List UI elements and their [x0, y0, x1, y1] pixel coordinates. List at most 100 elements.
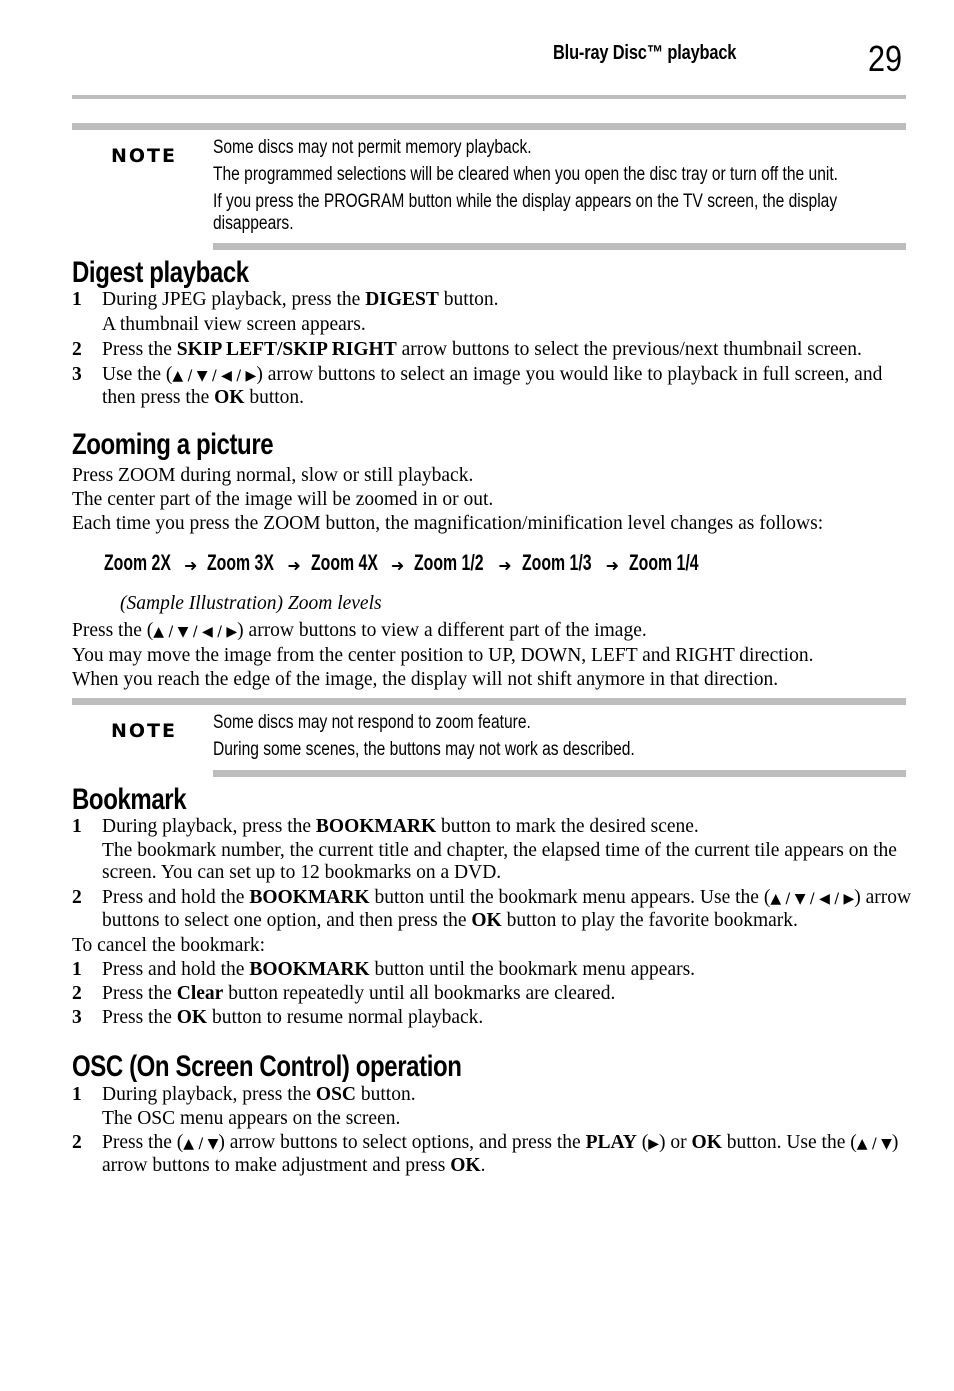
step-item: 1 Press and hold the BOOKMARK button unt…: [72, 959, 912, 981]
note-line: During some scenes, the buttons may not …: [213, 739, 635, 760]
step-text: Use the (: [102, 364, 173, 385]
note-text: Some discs may not permit memory playbac…: [213, 137, 838, 240]
zoom-level-item: Zoom 1/2: [414, 548, 498, 588]
step-text: ) or: [659, 1132, 692, 1153]
step-number: 2: [72, 887, 82, 908]
zoom-level-label: Zoom 1/4: [629, 550, 699, 575]
step-item: 1 During playback, press the OSC button.…: [72, 1084, 912, 1130]
step-text: During playback, press the: [102, 816, 316, 837]
cancel-intro: To cancel the bookmark:: [72, 935, 266, 956]
step-text: Press and hold the: [102, 887, 250, 908]
right-arrow-icon: ➜: [498, 558, 512, 575]
step-text: Press the: [102, 983, 177, 1004]
skip-button-name: SKIP LEFT/SKIP RIGHT: [176, 339, 397, 360]
arrow-buttons-icon: ▲ / ▼ / ◀ / ▶: [770, 891, 855, 907]
bookmark-button-name: BOOKMARK: [249, 959, 370, 980]
ok-button-name: OK: [691, 1132, 722, 1153]
zoom-level-label: Zoom 3X: [207, 550, 275, 575]
step-text: Press and hold the: [102, 959, 250, 980]
step-number: 1: [72, 816, 82, 837]
step-text: .: [480, 1155, 486, 1176]
bookmark-button-name: BOOKMARK: [249, 887, 370, 908]
paragraph-line: Press ZOOM during normal, slow or still …: [72, 465, 474, 486]
digest-button-name: DIGEST: [365, 289, 439, 310]
paragraph-line: The center part of the image will be zoo…: [72, 489, 494, 510]
step-item: 2 Press the (▲ / ▼) arrow buttons to sel…: [72, 1132, 912, 1177]
step-number: 1: [72, 959, 82, 980]
zoom-level-item: Zoom 1/4: [629, 548, 713, 588]
zoom-levels-illustration: Zoom 2X ➜ Zoom 3X ➜ Zoom 4X ➜ Zoom 1/2 ➜ Zoom 1/…: [104, 548, 713, 588]
step-item: 2 Press and hold the BOOKMARK button unt…: [72, 887, 912, 932]
section-heading-bookmark: Bookmark: [72, 783, 187, 816]
step-text: (: [636, 1132, 649, 1153]
ok-button-name: OK: [471, 910, 502, 931]
play-icon: ▶: [648, 1136, 660, 1152]
clear-button-name: Clear: [176, 983, 224, 1004]
step-text: button until the bookmark menu appears.: [369, 959, 696, 980]
step-number: 1: [72, 1084, 82, 1105]
zooming-after: Press the (▲ / ▼ / ◀ / ▶) arrow buttons …: [72, 620, 912, 691]
step-text: Press the: [102, 1007, 177, 1028]
bookmark-button-name: BOOKMARK: [315, 816, 437, 837]
zoom-level-item: Zoom 1/3: [522, 548, 606, 588]
note-bottom-rule: [213, 243, 906, 250]
step-subtext: The OSC menu appears on the screen.: [102, 1108, 401, 1129]
ok-button-name: OK: [176, 1007, 208, 1028]
arrow-buttons-icon: ▲ / ▼: [183, 1136, 219, 1152]
note-line: Some discs may not permit memory playbac…: [213, 137, 532, 158]
paragraph-line: When you reach the edge of the image, th…: [72, 669, 779, 690]
note-line: Some discs may not respond to zoom featu…: [213, 712, 531, 733]
step-number: 2: [72, 983, 82, 1004]
zoom-level-label: Zoom 1/2: [414, 550, 484, 575]
step-item: 2 Press the SKIP LEFT/SKIP RIGHT arrow b…: [72, 339, 912, 361]
step-text: ) arrow buttons to select options, and p…: [218, 1132, 586, 1153]
paragraph-text: ) arrow buttons to view a different part…: [237, 620, 647, 641]
step-subtext: The bookmark number, the current title a…: [102, 840, 897, 883]
arrow-buttons-icon: ▲ / ▼ / ◀ / ▶: [172, 368, 257, 384]
step-number: 2: [72, 1132, 82, 1153]
zoom-level-item: Zoom 4X: [311, 548, 391, 588]
illustration-caption: (Sample Illustration) Zoom levels: [120, 593, 382, 614]
arrow-buttons-icon: ▲ / ▼: [856, 1136, 892, 1152]
ok-button-name: OK: [214, 387, 245, 408]
step-number: 1: [72, 289, 82, 310]
osc-button-name: OSC: [315, 1084, 357, 1105]
step-item: 1 During playback, press the BOOKMARK bu…: [72, 816, 912, 884]
digest-steps: 1 During JPEG playback, press the DIGEST…: [72, 289, 912, 409]
note-text: Some discs may not respond to zoom featu…: [213, 712, 787, 766]
osc-steps: 1 During playback, press the OSC button.…: [72, 1084, 912, 1177]
zooming-intro: Press ZOOM during normal, slow or still …: [72, 465, 912, 535]
right-arrow-icon: ➜: [287, 558, 301, 575]
step-item: 3 Press the OK button to resume normal p…: [72, 1007, 912, 1029]
page-number: 29: [868, 38, 903, 79]
step-text: button to resume normal playback.: [207, 1007, 484, 1028]
note-label: NOTE: [111, 145, 177, 167]
zoom-level-label: Zoom 1/3: [521, 550, 592, 575]
paragraph-text: Press the (: [72, 620, 154, 641]
right-arrow-icon: ➜: [390, 558, 405, 575]
note-line: The programmed selections will be cleare…: [213, 164, 838, 185]
step-number: 3: [72, 1007, 82, 1028]
note-bottom-rule: [213, 770, 906, 777]
step-text: button. Use the (: [721, 1132, 857, 1153]
note-top-rule: [72, 123, 906, 130]
zoom-level-item: Zoom 2X: [104, 548, 184, 588]
step-text: button.: [356, 1084, 416, 1105]
step-text: button to play the favorite bookmark.: [501, 910, 798, 931]
right-arrow-icon: ➜: [184, 558, 198, 575]
note-line: If you press the PROGRAM button while th…: [213, 191, 838, 234]
step-item: 1 During JPEG playback, press the DIGEST…: [72, 289, 912, 336]
section-heading-digest: Digest playback: [72, 256, 249, 289]
section-heading-osc: OSC (On Screen Control) operation: [72, 1050, 462, 1083]
step-text: button.: [438, 289, 499, 310]
ok-button-name: OK: [450, 1155, 481, 1176]
step-text: button until the bookmark menu appears. …: [369, 887, 771, 908]
step-text: Press the (: [102, 1132, 184, 1153]
step-text: During playback, press the: [102, 1084, 316, 1105]
note-label: NOTE: [111, 720, 177, 742]
step-text: button to mark the desired scene.: [436, 816, 699, 837]
zoom-level-label: Zoom 4X: [310, 550, 378, 575]
section-heading-zooming: Zooming a picture: [72, 428, 274, 461]
zoom-level-label: Zoom 2X: [104, 550, 171, 575]
step-item: 2 Press the Clear button repeatedly unti…: [72, 983, 912, 1005]
